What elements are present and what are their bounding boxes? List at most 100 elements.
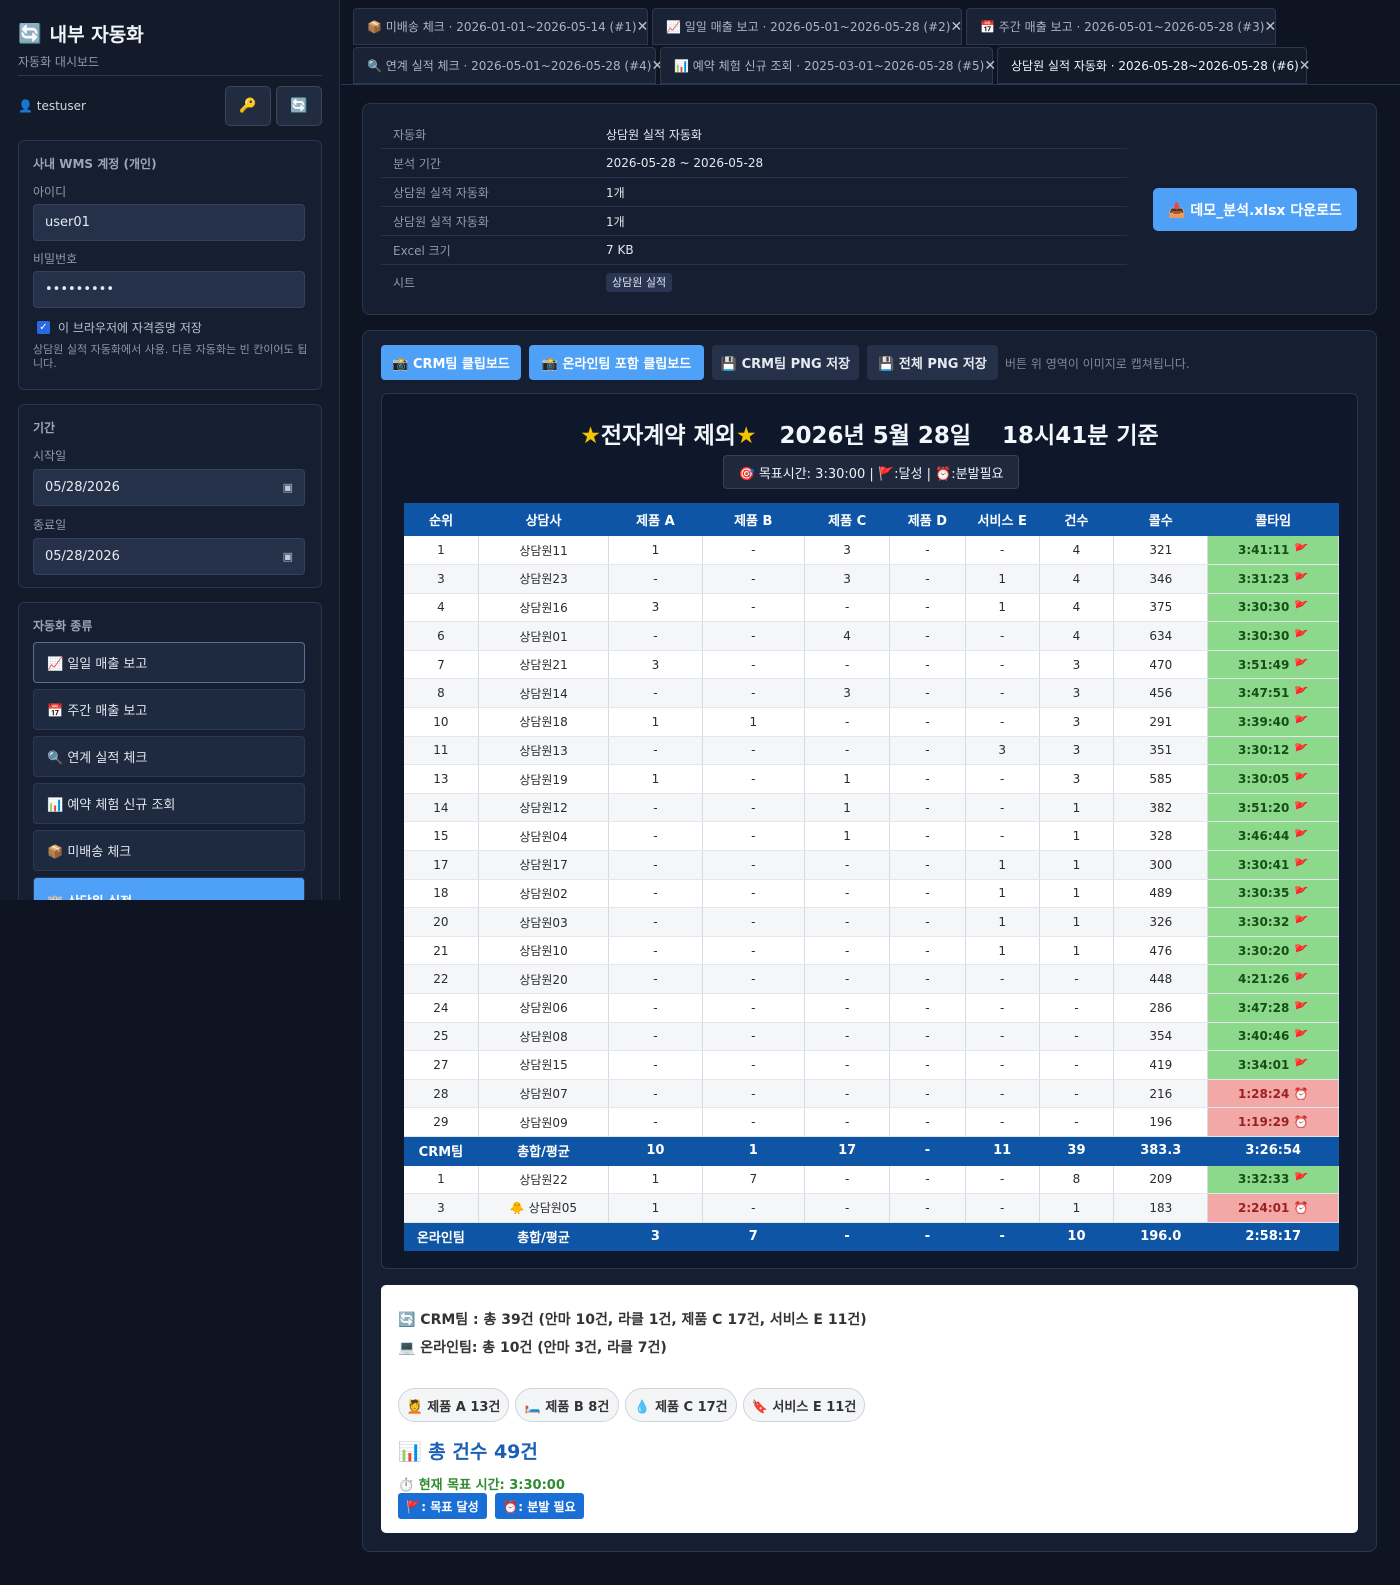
table-cell: -	[889, 936, 966, 966]
table-cell: -	[1039, 993, 1115, 1023]
tab-6[interactable]: 상담원 실적 자동화 · 2026-05-28~2026-05-28 (#6) ✕	[997, 47, 1311, 84]
tab-label: 📅 주간 매출 보고 · 2026-05-01~2026-05-28 (#3)	[980, 20, 1265, 34]
table-cell: 11	[404, 736, 479, 766]
tab-label: 📈 일일 매출 보고 · 2026-05-01~2026-05-28 (#2)	[666, 20, 951, 34]
refresh-logo-icon: 🔄	[18, 23, 42, 45]
table-cell: -	[702, 536, 805, 566]
info-row: 상담원 실적 자동화 1개	[381, 207, 1127, 236]
crm-png-button[interactable]: 💾 CRM팀 PNG 저장	[712, 345, 859, 380]
end-date-input[interactable]: 05/28/2026 ▣	[33, 538, 305, 575]
tab-2[interactable]: 📈 일일 매출 보고 · 2026-05-01~2026-05-28 (#2) ✕	[652, 8, 962, 45]
password-input[interactable]: •••••••••	[33, 271, 305, 308]
remember-checkbox[interactable]: ✓ 이 브라우저에 자격증명 저장	[37, 319, 202, 336]
table-cell: 3	[1039, 736, 1115, 766]
total-cell: -	[804, 1222, 891, 1252]
table-cell: -	[804, 936, 891, 966]
total-cell: 온라인팀	[404, 1222, 479, 1252]
nav-linked-performance[interactable]: 🔍 연계 실적 체크	[33, 736, 305, 777]
refresh-button[interactable]: 🔄	[276, 86, 322, 126]
divider	[18, 75, 322, 76]
table-cell: -	[608, 678, 703, 709]
table-cell: -	[1039, 1079, 1115, 1109]
table-cell: 3	[965, 736, 1040, 766]
close-icon[interactable]: ✕	[637, 19, 649, 35]
automation-type-panel: 자동화 종류 📈 일일 매출 보고 📅 주간 매출 보고 🔍 연계 실적 체크 …	[18, 602, 322, 900]
table-cell: 354	[1113, 1022, 1209, 1052]
tab-1[interactable]: 📦 미배송 체크 · 2026-01-01~2026-05-14 (#1) ✕	[353, 8, 648, 45]
column-header: 순위	[404, 503, 479, 536]
start-date-input[interactable]: 05/28/2026 ▣	[33, 469, 305, 506]
id-value: user01	[45, 215, 90, 230]
download-button[interactable]: 📥 데모_분석.xlsx 다운로드	[1153, 188, 1357, 231]
nav-agent-performance[interactable]: 🏢 상담원 실적	[33, 877, 305, 900]
calltime-cell: 3:31:23 🚩	[1207, 564, 1339, 594]
target-legend: 🎯 목표시간: 3:30:00 | 🚩:달성 | ⏰:분발필요	[723, 455, 1019, 489]
calendar-icon[interactable]: ▣	[283, 481, 293, 494]
table-cell: 1	[965, 564, 1040, 594]
calltime-cell: 3:51:20 🚩	[1207, 793, 1339, 823]
table-cell: -	[702, 593, 805, 623]
table-cell: 476	[1113, 936, 1209, 966]
crm-clipboard-button[interactable]: 📸 CRM팀 클립보드	[381, 345, 521, 380]
tab-5[interactable]: 📊 예약 체험 신규 조회 · 2025-03-01~2026-05-28 (#…	[660, 47, 996, 84]
achieved-tag: 🚩: 목표 달성	[398, 1493, 487, 1519]
tab-label: 상담원 실적 자동화 · 2026-05-28~2026-05-28 (#6)	[1011, 59, 1299, 73]
table-cell: 상담원08	[478, 1022, 610, 1052]
table-row: 18 상담원02- - - -1 1 489 3:30:35 🚩	[404, 879, 1339, 909]
brand-title: 🔄 내부 자동화	[18, 20, 144, 47]
table-cell: -	[702, 764, 805, 794]
table-cell: 29	[404, 1107, 479, 1137]
nav-reservation-trial[interactable]: 📊 예약 체험 신규 조회	[33, 783, 305, 824]
sheet-badge: 상담원 실적	[606, 273, 673, 292]
table-cell: 6	[404, 621, 479, 651]
all-png-button[interactable]: 💾 전체 PNG 저장	[867, 345, 998, 380]
calltime-cell: 3:30:12 🚩	[1207, 736, 1339, 766]
calltime-cell: 3:51:49 🚩	[1207, 650, 1339, 680]
table-cell: 321	[1113, 536, 1209, 566]
table-cell: 8	[404, 678, 479, 709]
column-header: 제품 D	[889, 503, 966, 536]
close-icon[interactable]: ✕	[1264, 19, 1276, 35]
table-cell: -	[804, 1107, 891, 1137]
info-key: 상담원 실적 자동화	[393, 214, 489, 229]
table-cell: 3	[404, 564, 479, 594]
table-row: 20 상담원03- - - -1 1 326 3:30:32 🚩	[404, 907, 1339, 937]
nav-undelivered[interactable]: 📦 미배송 체크	[33, 830, 305, 871]
table-row: 7 상담원21 3- - - -3 470 3:51:49 🚩	[404, 650, 1339, 680]
table-cell: -	[889, 536, 966, 566]
table-cell: 14	[404, 793, 479, 823]
column-header: 제품 B	[702, 503, 805, 536]
nav-label: 🏢 상담원 실적	[47, 891, 132, 900]
calltime-cell: 3:30:30 🚩	[1207, 621, 1339, 651]
calendar-icon[interactable]: ▣	[283, 550, 293, 563]
nav-weekly-sales[interactable]: 📅 주간 매출 보고	[33, 689, 305, 730]
calltime-cell: 4:21:26 🚩	[1207, 964, 1339, 994]
table-cell: 상담원22	[478, 1165, 610, 1195]
table-row: 15 상담원04- -1- -1 328 3:46:44 🚩	[404, 821, 1339, 852]
close-icon[interactable]: ✕	[1299, 58, 1311, 74]
report-card: 📸 CRM팀 클립보드 📸 온라인팀 포함 클립보드 💾 CRM팀 PNG 저장…	[362, 330, 1377, 1552]
close-icon[interactable]: ✕	[984, 58, 996, 74]
calltime-cell: 3:40:46 🚩	[1207, 1022, 1339, 1052]
table-cell: -	[702, 1050, 805, 1080]
nav-daily-sales[interactable]: 📈 일일 매출 보고	[33, 642, 305, 683]
table-cell: -	[889, 1022, 966, 1052]
table-cell: -	[889, 1050, 966, 1080]
table-cell: -	[702, 1107, 805, 1137]
sidebar: 🔄 내부 자동화 자동화 대시보드 👤 testuser 🔑 🔄 사내 WMS …	[0, 0, 340, 900]
table-cell: 상담원23	[478, 564, 610, 594]
table-cell: -	[702, 650, 805, 680]
table-row: 11 상담원13- - - -3 3 351 3:30:12 🚩	[404, 736, 1339, 766]
tab-4[interactable]: 🔍 연계 실적 체크 · 2026-05-01~2026-05-28 (#4) ✕	[353, 47, 663, 84]
credentials-button[interactable]: 🔑	[225, 86, 271, 126]
online-clipboard-button[interactable]: 📸 온라인팀 포함 클립보드	[529, 345, 704, 380]
id-input[interactable]: user01	[33, 204, 305, 241]
table-cell: 27	[404, 1050, 479, 1080]
table-cell: 3	[804, 678, 891, 709]
table-cell: -	[889, 850, 966, 880]
close-icon[interactable]: ✕	[950, 19, 962, 35]
title-main: 전자계약 제외	[600, 423, 736, 449]
tab-3[interactable]: 📅 주간 매출 보고 · 2026-05-01~2026-05-28 (#3) ✕	[966, 8, 1276, 45]
star-icon: ★	[735, 423, 757, 449]
table-cell: 7	[404, 650, 479, 680]
